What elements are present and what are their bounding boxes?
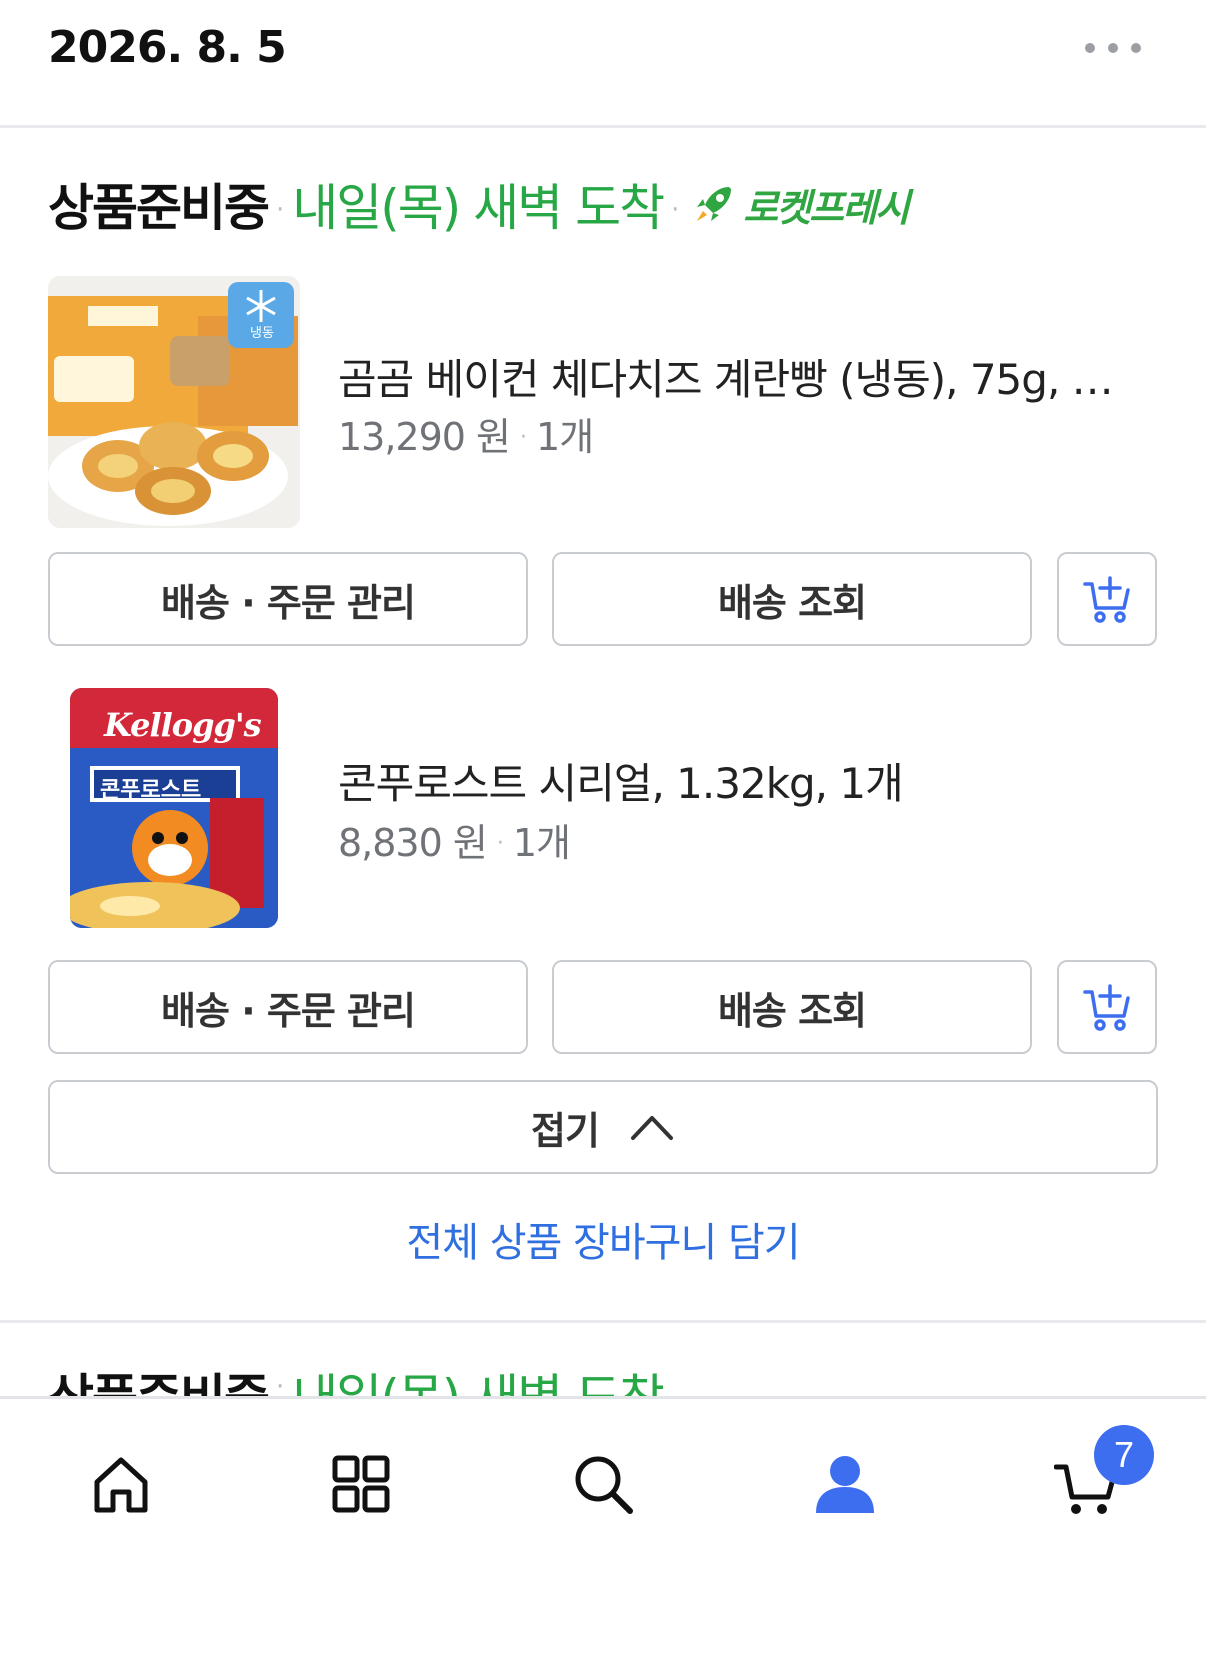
- add-to-cart-icon: [1083, 984, 1130, 1031]
- order-item[interactable]: Kellogg's 콘푸로스트 콘푸로스트 시리얼, 1.32kg, 1개 8,…: [48, 688, 1158, 938]
- separator-dot: ·: [671, 195, 680, 225]
- frozen-label: 냉동: [250, 326, 274, 341]
- add-to-cart-button[interactable]: [1057, 552, 1157, 646]
- nav-cart[interactable]: 7: [1042, 1425, 1154, 1529]
- collapse-button[interactable]: 접기: [48, 1080, 1158, 1174]
- rocket-fresh-badge: 로켓프레시: [691, 177, 910, 232]
- separator-dot: ·: [520, 425, 527, 450]
- product-thumbnail[interactable]: Kellogg's 콘푸로스트: [70, 688, 278, 928]
- product-qty: 1개: [512, 821, 571, 865]
- categories-icon: [332, 1455, 390, 1513]
- product-price-qty: 8,830 원 · 1개: [338, 812, 571, 867]
- bottom-navigation: 7: [0, 1396, 1206, 1655]
- add-all-to-cart-link[interactable]: 전체 상품 장바구니 담기: [0, 1210, 1206, 1268]
- order-manage-button[interactable]: 배송 · 주문 관리: [48, 552, 528, 646]
- nav-categories[interactable]: [316, 1439, 406, 1529]
- order-date: 2026. 8. 5: [48, 22, 287, 73]
- add-to-cart-icon: [1083, 576, 1130, 623]
- rocket-icon: [697, 187, 732, 221]
- order-manage-button[interactable]: 배송 · 주문 관리: [48, 960, 528, 1054]
- section-divider: [0, 1320, 1206, 1323]
- product-price: 13,290 원: [338, 415, 511, 459]
- product-name[interactable]: 콘푸로스트 시리얼, 1.32kg, 1개: [338, 750, 1158, 811]
- arrival-info: 내일(목) 새벽 도착: [292, 179, 665, 237]
- order-status-line: 상품준비중 · 내일(목) 새벽 도착 · 로켓프레시: [48, 172, 910, 237]
- nav-search[interactable]: [558, 1439, 648, 1529]
- more-dot-icon: [1108, 43, 1118, 53]
- add-to-cart-button[interactable]: [1057, 960, 1157, 1054]
- egg-bread-image: [48, 276, 300, 528]
- product-price-qty: 13,290 원 · 1개: [338, 406, 594, 461]
- product-qty: 1개: [536, 415, 594, 459]
- product-name[interactable]: 곰곰 베이컨 체다치즈 계란빵 (냉동), 75g, …: [338, 346, 1158, 407]
- order-status: 상품준비중: [48, 179, 270, 237]
- more-options-button[interactable]: [1085, 36, 1141, 60]
- more-dot-icon: [1131, 43, 1141, 53]
- track-delivery-button[interactable]: 배송 조회: [552, 552, 1032, 646]
- search-icon: [575, 1456, 633, 1514]
- nav-my-account[interactable]: [800, 1439, 890, 1529]
- order-item[interactable]: 냉동 곰곰 베이컨 체다치즈 계란빵 (냉동), 75g, … 13,290 원…: [48, 276, 1158, 536]
- top-header: 2026. 8. 5: [0, 0, 1206, 128]
- more-dot-icon: [1085, 43, 1095, 53]
- chevron-up-icon: [630, 1116, 673, 1140]
- home-icon: [94, 1457, 148, 1513]
- product-thumbnail[interactable]: 냉동: [48, 276, 300, 528]
- separator-dot: ·: [496, 831, 504, 856]
- rocket-fresh-label: 로켓프레시: [743, 185, 910, 230]
- nav-home[interactable]: [76, 1439, 166, 1529]
- product-price: 8,830 원: [338, 821, 488, 865]
- cart-count-badge: 7: [1094, 1425, 1154, 1485]
- track-delivery-button[interactable]: 배송 조회: [552, 960, 1032, 1054]
- brand-logo: Kellogg's: [104, 706, 262, 744]
- collapse-label: 접기: [531, 1108, 600, 1153]
- separator-dot: ·: [276, 195, 285, 225]
- my-account-icon: [816, 1456, 874, 1513]
- product-logo: 콘푸로스트: [100, 778, 202, 803]
